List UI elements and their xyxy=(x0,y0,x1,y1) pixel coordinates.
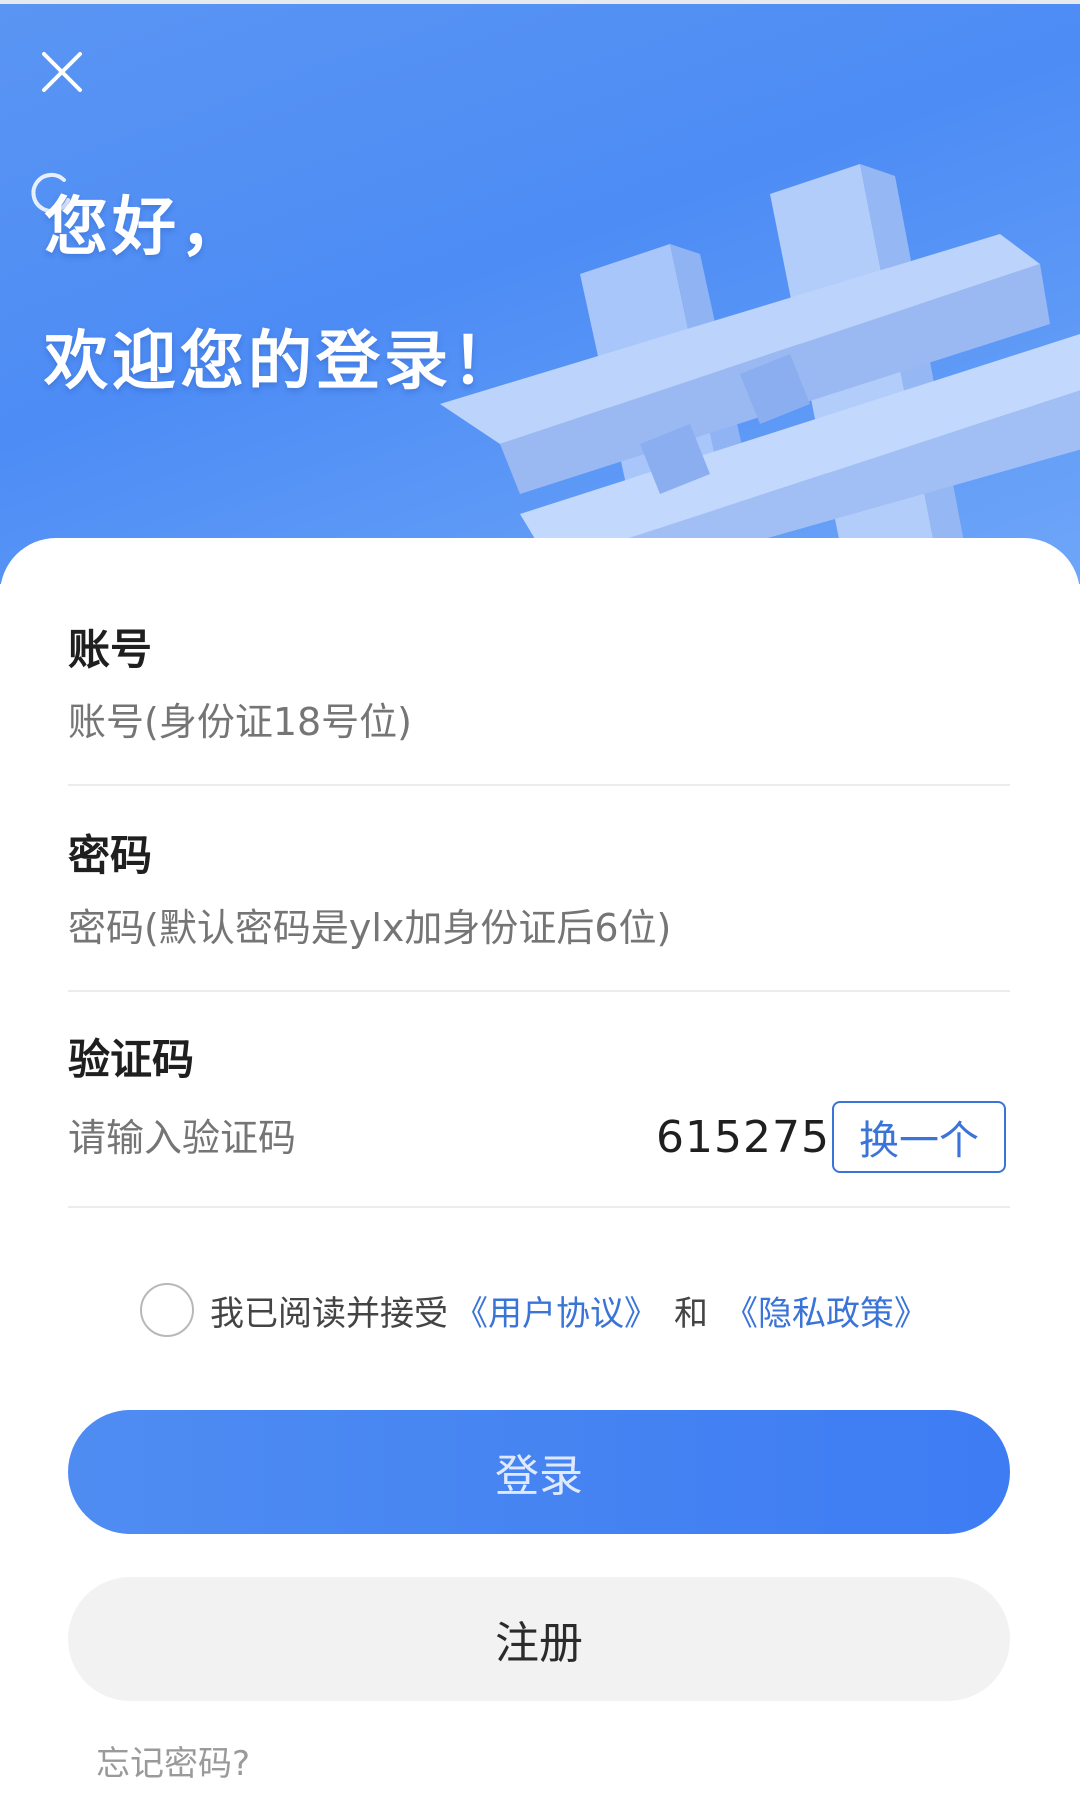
greeting-title: 您好， xyxy=(44,191,248,265)
captcha-refresh-button[interactable]: 换一个 xyxy=(832,1101,1006,1173)
captcha-code: 615275 xyxy=(656,1112,830,1163)
header-banner: 您好， 欢迎您的登录！ xyxy=(0,4,1080,584)
agreement-and: 和 xyxy=(674,1293,708,1334)
password-label: 密码 xyxy=(68,831,153,880)
user-agreement-link[interactable]: 《用户协议》 xyxy=(454,1286,658,1335)
agreement-radio[interactable] xyxy=(140,1283,194,1337)
welcome-subtitle: 欢迎您的登录！ xyxy=(44,325,520,399)
captcha-input[interactable] xyxy=(68,1116,628,1160)
forgot-password-link[interactable]: 忘记密码? xyxy=(96,1736,250,1785)
password-divider xyxy=(68,990,1010,992)
captcha-divider xyxy=(68,1206,1010,1208)
account-divider xyxy=(68,784,1010,786)
login-button[interactable]: 登录 xyxy=(68,1410,1010,1534)
account-input[interactable] xyxy=(68,700,968,744)
agreement-row: 我已阅读并接受 《用户协议》 和 《隐私政策》 xyxy=(140,1281,934,1339)
agreement-prefix: 我已阅读并接受 xyxy=(210,1293,448,1334)
privacy-policy-link[interactable]: 《隐私政策》 xyxy=(724,1286,928,1335)
hash-graphic xyxy=(440,164,1080,584)
register-button[interactable]: 注册 xyxy=(68,1577,1010,1701)
captcha-label: 验证码 xyxy=(68,1035,195,1084)
account-label: 账号 xyxy=(68,625,153,674)
password-input[interactable] xyxy=(68,906,968,950)
close-icon[interactable] xyxy=(36,46,88,98)
